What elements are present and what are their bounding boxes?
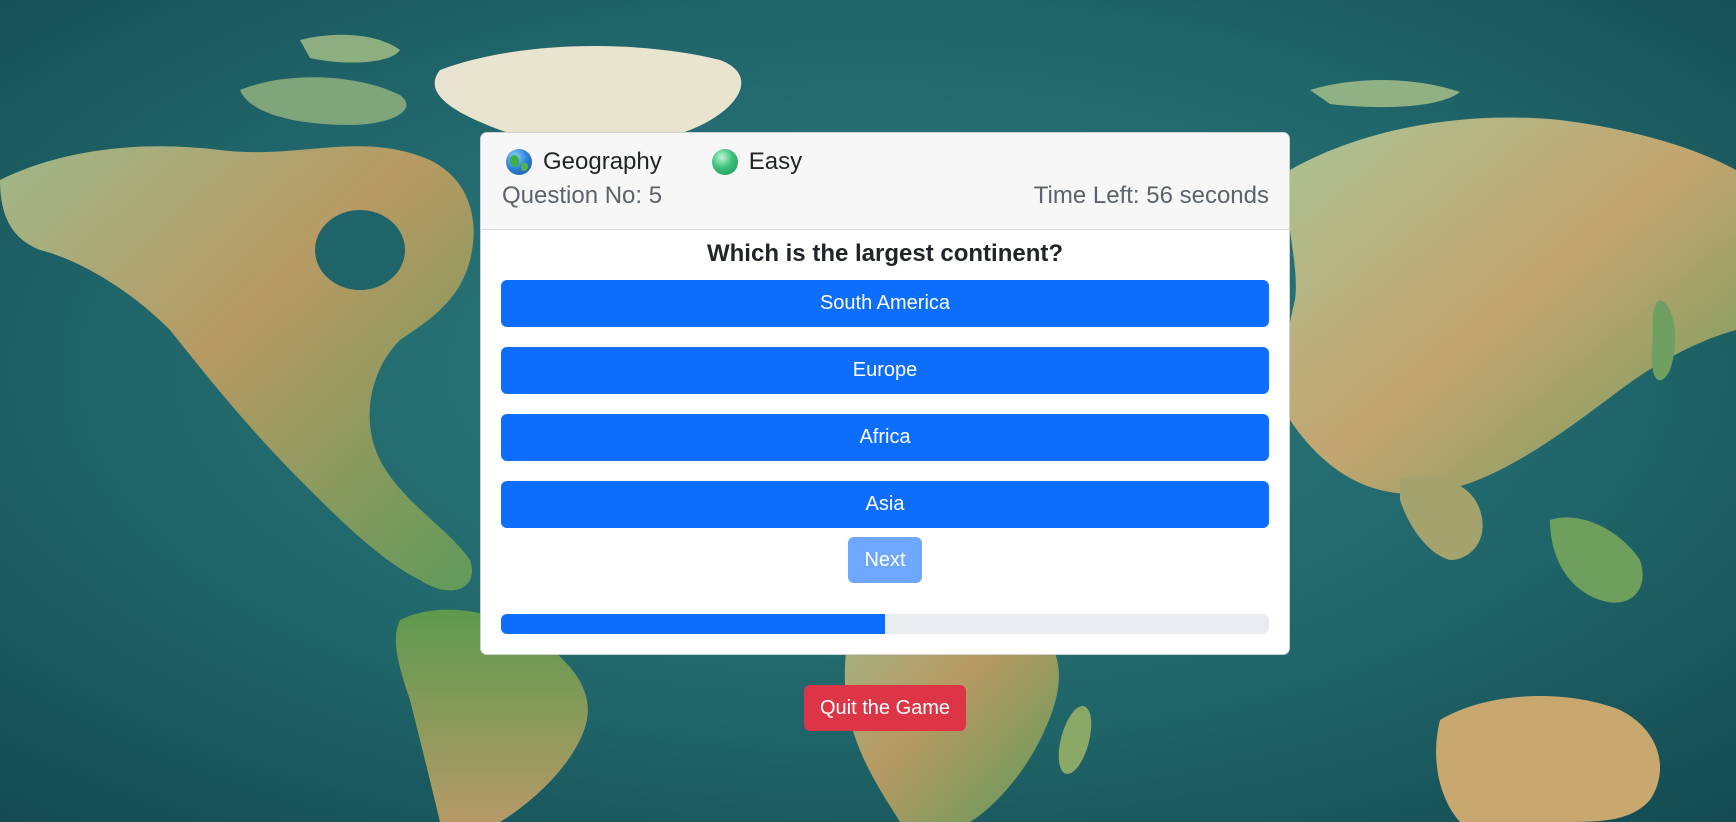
- category-tag: Geography: [506, 148, 662, 176]
- progress-bar: [501, 614, 1269, 634]
- quit-game-button[interactable]: Quit the Game: [804, 685, 966, 731]
- difficulty-label: Easy: [748, 148, 803, 175]
- green-circle-icon: [711, 149, 738, 175]
- question-text: Which is the largest continent?: [706, 240, 1064, 267]
- quiz-tags: Geography Easy: [506, 146, 802, 178]
- category-label: Geography: [543, 148, 662, 175]
- quiz-card: Geography Easy Question No: 5 Time Left:…: [480, 132, 1290, 655]
- answer-list: South America Europe Africa Asia: [501, 280, 1269, 548]
- difficulty-tag: Easy: [711, 148, 803, 176]
- answer-option-africa[interactable]: Africa: [501, 414, 1269, 461]
- quiz-status-row: Question No: 5 Time Left: 56 seconds: [502, 180, 1269, 212]
- answer-option-europe[interactable]: Europe: [501, 347, 1269, 394]
- answer-option-south-america[interactable]: South America: [501, 280, 1269, 327]
- progress-bar-fill: [501, 614, 885, 634]
- next-button[interactable]: Next: [848, 537, 922, 583]
- answer-option-asia[interactable]: Asia: [501, 481, 1269, 528]
- time-left: Time Left: 56 seconds: [1033, 182, 1269, 209]
- question-number: Question No: 5: [502, 182, 663, 209]
- quiz-header: Geography Easy Question No: 5 Time Left:…: [481, 133, 1289, 230]
- globe-icon: [506, 149, 532, 175]
